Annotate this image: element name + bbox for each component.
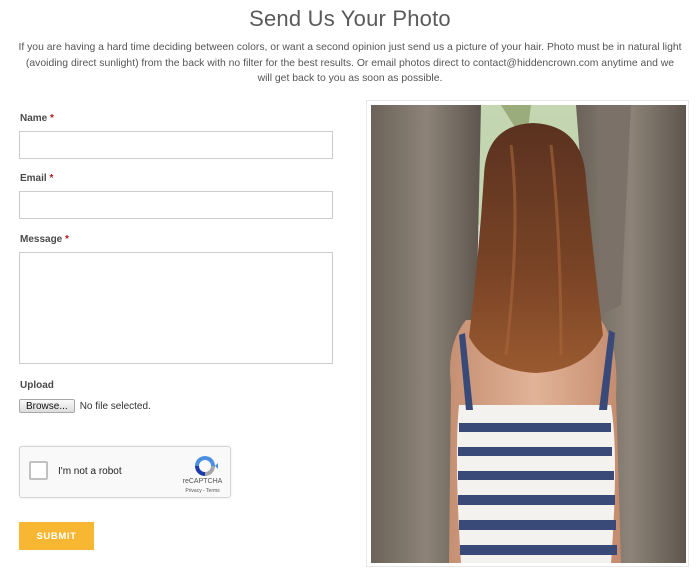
email-input[interactable] [19, 191, 333, 219]
required-marker: * [50, 113, 54, 124]
captcha-links[interactable]: Privacy - Terms [175, 488, 230, 494]
captcha-brand: reCAPTCHA [182, 478, 223, 485]
recaptcha-logo-icon [195, 456, 218, 476]
recaptcha-widget: I'm not a robot reCAPTCHA Privacy - Term… [19, 446, 231, 498]
captcha-label: I'm not a robot [58, 466, 122, 477]
submit-button[interactable]: SUBMIT [19, 522, 94, 550]
browse-button[interactable]: Browse... [19, 399, 75, 413]
required-marker: * [65, 234, 69, 245]
page-title: Send Us Your Photo [249, 6, 451, 31]
upload-label: Upload [20, 380, 54, 391]
captcha-checkbox[interactable] [29, 461, 48, 480]
email-label: Email * [20, 173, 54, 184]
file-input: Browse... No file selected. [19, 399, 151, 413]
message-label: Message * [20, 234, 69, 245]
name-label: Name * [20, 113, 54, 124]
hair-photo [371, 105, 686, 563]
intro-text: If you are having a hard time deciding b… [18, 42, 682, 84]
message-textarea[interactable] [19, 252, 333, 364]
file-status: No file selected. [79, 400, 151, 412]
required-marker: * [49, 173, 54, 184]
name-input[interactable] [19, 131, 333, 159]
